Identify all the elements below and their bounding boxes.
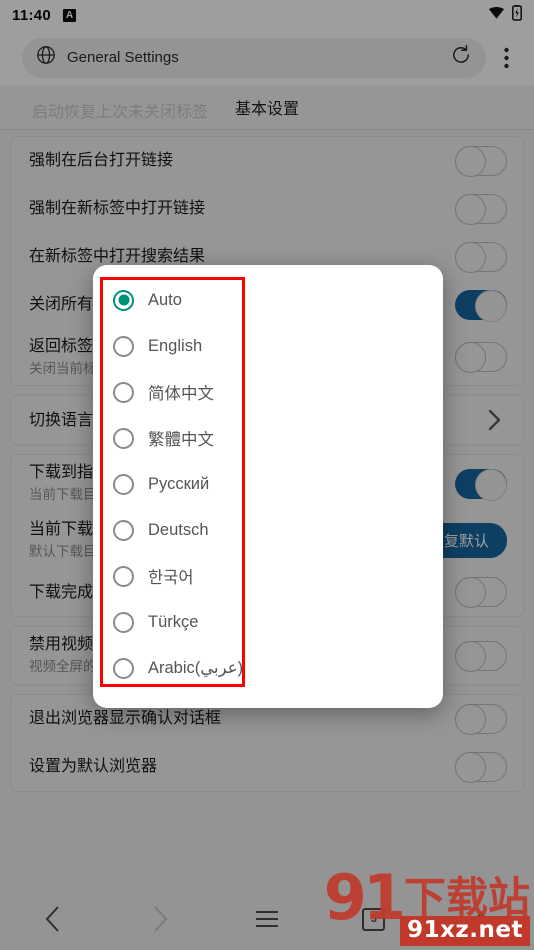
radio-button-icon[interactable]: [113, 611, 134, 633]
toggle-switch[interactable]: [455, 290, 507, 322]
toggle-switch[interactable]: [455, 242, 507, 273]
settings-row-title: 设置为默认浏览器: [29, 758, 158, 776]
tabs-icon[interactable]: 3: [320, 888, 427, 950]
language-radio-list: Auto English 简体中文繁體中文 Русский Deutsch 한국어 Türk…: [93, 265, 443, 691]
settings-row-texts: 退出浏览器显示确认对话框: [29, 708, 445, 730]
radio-button-icon[interactable]: [113, 473, 134, 495]
home-icon[interactable]: [427, 888, 534, 950]
language-selection-dialog[interactable]: Auto English 简体中文繁體中文 Русский Deutsch 한국어 Türk…: [93, 265, 443, 708]
status-bar-clock: 11:40: [12, 6, 52, 24]
bottom-navigation-bar: 3: [0, 888, 534, 950]
toggle-switch[interactable]: [455, 468, 507, 501]
back-icon[interactable]: [0, 888, 107, 950]
language-option-3[interactable]: 简体中文: [93, 369, 443, 415]
app-badge-icon: A: [63, 8, 77, 22]
language-option-8[interactable]: Türkçe: [93, 599, 443, 645]
language-option-label: Deutsch: [148, 520, 209, 539]
browser-toolbar: General Settings: [0, 30, 534, 85]
page-title: General Settings: [67, 49, 179, 66]
settings-row-texts: 强制在新标签中打开链接: [29, 198, 445, 220]
language-option-label: 简体中文: [148, 385, 214, 403]
section-header-title: 基本设置: [234, 101, 299, 118]
section-header: 启动恢复上次未关闭标签 基本设置: [0, 85, 534, 130]
phone-screen: 11:40 A General Settings 启动恢复上次未关闭标签 基本设…: [0, 0, 534, 950]
settings-row-title: 强制在新标签中打开链接: [29, 200, 206, 218]
section-header-ghost-text: 启动恢复上次未关闭标签: [32, 104, 209, 121]
language-option-1[interactable]: Auto: [93, 277, 443, 323]
language-option-label: Arabic(عربي): [148, 659, 244, 677]
settings-row-texts: 设置为默认浏览器: [29, 756, 445, 778]
language-option-label: 한국어: [148, 569, 194, 587]
radio-button-icon[interactable]: [113, 519, 134, 541]
settings-row[interactable]: 强制在后台打开链接: [11, 137, 523, 185]
reload-icon[interactable]: [450, 44, 472, 71]
toggle-switch[interactable]: [455, 146, 507, 177]
radio-button-icon[interactable]: [113, 657, 134, 679]
toggle-switch[interactable]: [455, 577, 507, 609]
toggle-switch[interactable]: [455, 640, 507, 672]
globe-icon: [36, 45, 56, 70]
radio-button-icon[interactable]: [113, 335, 134, 357]
settings-row-texts: 强制在后台打开链接: [29, 150, 445, 172]
toggle-switch[interactable]: [455, 194, 507, 225]
more-vertical-icon[interactable]: [486, 38, 526, 78]
forward-icon[interactable]: [107, 888, 214, 950]
language-option-4[interactable]: 繁體中文: [93, 415, 443, 461]
settings-group: 退出浏览器显示确认对话框 设置为默认浏览器: [10, 693, 524, 792]
language-option-5[interactable]: Русский: [93, 461, 443, 507]
battery-icon: [512, 4, 522, 26]
language-option-label: 繁體中文: [148, 431, 214, 449]
language-option-label: English: [148, 336, 203, 355]
language-option-label: Auto: [148, 290, 182, 309]
url-bar[interactable]: General Settings: [22, 37, 486, 78]
language-option-9[interactable]: Arabic(عربي): [93, 645, 443, 691]
radio-button-icon[interactable]: [113, 427, 134, 449]
tabs-count-label: 3: [362, 907, 386, 931]
menu-icon[interactable]: [214, 888, 321, 950]
language-option-label: Русский: [148, 474, 210, 493]
language-option-6[interactable]: Deutsch: [93, 507, 443, 553]
chevron-right-icon[interactable]: [481, 407, 507, 433]
settings-row-title: 强制在后台打开链接: [29, 152, 174, 170]
radio-button-icon[interactable]: [113, 565, 134, 587]
settings-row[interactable]: 设置为默认浏览器: [11, 743, 523, 791]
toggle-switch[interactable]: [455, 342, 507, 374]
toggle-switch[interactable]: [455, 751, 507, 783]
settings-row[interactable]: 强制在新标签中打开链接: [11, 185, 523, 233]
toggle-switch[interactable]: [455, 703, 507, 735]
radio-button-selected-icon[interactable]: [113, 289, 134, 311]
settings-row-title: 退出浏览器显示确认对话框: [29, 710, 222, 728]
wifi-icon: [488, 6, 505, 24]
radio-button-icon[interactable]: [113, 381, 134, 403]
language-option-7[interactable]: 한국어: [93, 553, 443, 599]
language-option-2[interactable]: English: [93, 323, 443, 369]
status-bar: 11:40 A: [0, 0, 534, 30]
language-option-label: Türkçe: [148, 612, 199, 631]
